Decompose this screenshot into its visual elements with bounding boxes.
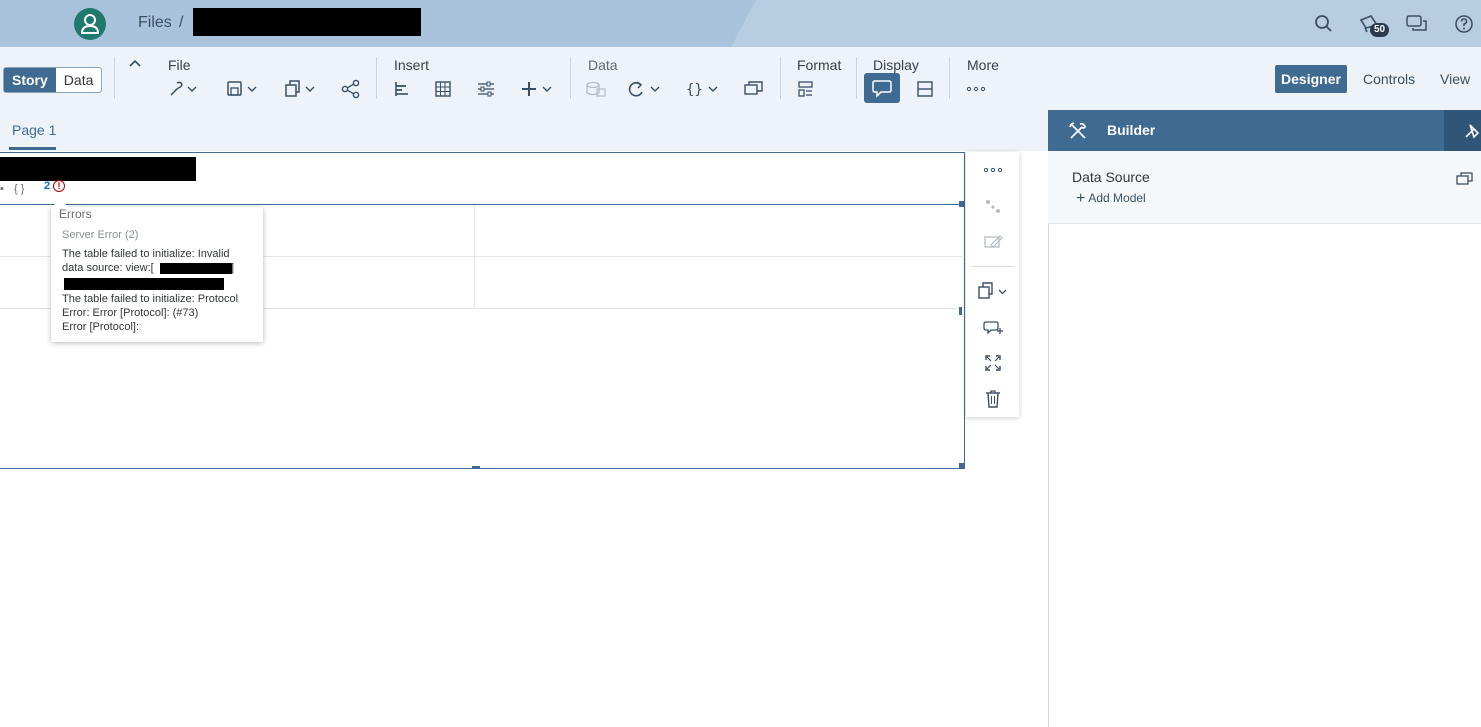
controls-mode-button[interactable]: Controls bbox=[1363, 71, 1415, 87]
story-mode-button[interactable]: Story bbox=[4, 68, 56, 92]
styling-brush-icon bbox=[1465, 124, 1480, 139]
redacted-story-name bbox=[193, 8, 421, 36]
edit-styling-icon bbox=[966, 230, 1019, 254]
feedback-icon[interactable] bbox=[1404, 11, 1430, 37]
styling-tab[interactable] bbox=[1444, 110, 1481, 151]
avatar-icon[interactable] bbox=[74, 8, 106, 40]
linked-widgets-icon bbox=[966, 194, 1019, 218]
story-toolbar bbox=[0, 47, 1481, 110]
popover-subtitle: Server Error (2) bbox=[62, 229, 139, 241]
resize-handle[interactable] bbox=[959, 463, 965, 469]
data-mode-button[interactable]: Data bbox=[56, 68, 102, 92]
comment-icon bbox=[872, 80, 892, 98]
builder-panel-title: Builder bbox=[1107, 122, 1156, 138]
more-actions-icon[interactable] bbox=[966, 158, 1019, 182]
calculation-icon[interactable]: {} bbox=[685, 77, 721, 101]
resize-handle[interactable] bbox=[959, 307, 962, 315]
add-comment-icon[interactable] bbox=[966, 315, 1019, 339]
insert-chart-icon[interactable] bbox=[393, 77, 411, 101]
story-data-toggle: Story Data bbox=[3, 67, 103, 93]
page-tab-bar bbox=[0, 110, 1048, 151]
table-column-divider bbox=[474, 205, 475, 308]
breadcrumb-files[interactable]: Files bbox=[138, 14, 172, 32]
designer-mode-button[interactable]: Designer bbox=[1275, 65, 1347, 93]
tools-icon[interactable] bbox=[168, 77, 202, 101]
delete-icon[interactable] bbox=[966, 387, 1019, 411]
share-icon[interactable] bbox=[341, 77, 361, 101]
widget-header-divider bbox=[0, 204, 962, 205]
save-icon[interactable] bbox=[226, 77, 260, 101]
help-icon[interactable] bbox=[1451, 11, 1477, 37]
plus-icon: + bbox=[1076, 190, 1086, 207]
resize-handle[interactable] bbox=[959, 201, 965, 207]
insert-input-control-icon[interactable] bbox=[477, 77, 495, 101]
redacted-view-name bbox=[160, 263, 232, 274]
popover-title: Errors bbox=[59, 207, 92, 221]
add-model-label: Add Model bbox=[1088, 191, 1146, 205]
insert-table-icon[interactable] bbox=[434, 77, 452, 101]
layout-toggle-icon[interactable] bbox=[916, 77, 934, 101]
format-icon[interactable] bbox=[797, 77, 815, 101]
error-message-line: ] bbox=[231, 262, 235, 274]
builder-tools-icon bbox=[1067, 120, 1089, 142]
error-message-line: The table failed to initialize: Protocol bbox=[62, 293, 239, 305]
active-tab-indicator bbox=[9, 147, 56, 150]
toolbar-divider bbox=[570, 57, 571, 99]
view-mode-button[interactable]: View bbox=[1440, 71, 1470, 87]
linked-analysis-icon[interactable] bbox=[744, 77, 764, 101]
toolbar-divider bbox=[114, 57, 115, 99]
error-message-line: Error: Error [Protocol]: (#73) bbox=[62, 307, 199, 319]
display-group-label: Display bbox=[873, 57, 919, 73]
format-group-label: Format bbox=[797, 57, 842, 73]
error-message-line: The table failed to initialize: Invalid bbox=[62, 248, 230, 260]
more-group-label: More bbox=[967, 57, 999, 73]
collapse-toolbar-icon[interactable] bbox=[127, 56, 143, 80]
error-count[interactable]: 2 bbox=[44, 180, 50, 192]
data-source-section bbox=[1048, 151, 1481, 224]
fullscreen-icon[interactable] bbox=[966, 351, 1019, 375]
comments-toggle-button[interactable] bbox=[864, 73, 900, 103]
resize-handle[interactable] bbox=[472, 466, 480, 469]
copy-widget-icon[interactable] bbox=[966, 279, 1019, 303]
widget-calculation-icon[interactable]: { } bbox=[14, 183, 24, 195]
toolbar-divider bbox=[376, 57, 377, 99]
error-message-line: data source: view:[ bbox=[62, 262, 154, 274]
toolbar-divider bbox=[856, 57, 857, 99]
redacted-view-path bbox=[64, 278, 224, 290]
linked-models-icon[interactable] bbox=[1455, 169, 1475, 189]
context-divider bbox=[971, 266, 1013, 267]
data-source-label: Data Source bbox=[1072, 169, 1150, 185]
add-model-button[interactable]: + Add Model bbox=[1076, 190, 1146, 208]
error-message-line: Error [Protocol]: bbox=[62, 321, 140, 333]
insert-group-label: Insert bbox=[394, 57, 430, 73]
svg-text:{}: {} bbox=[686, 82, 703, 98]
search-icon[interactable] bbox=[1311, 11, 1337, 37]
tab-page-1[interactable]: Page 1 bbox=[12, 122, 56, 138]
breadcrumb-separator: / bbox=[179, 14, 184, 31]
linked-data-icon bbox=[585, 77, 607, 101]
refresh-icon[interactable] bbox=[627, 77, 663, 101]
insert-add-icon[interactable] bbox=[519, 77, 555, 101]
copy-icon[interactable] bbox=[284, 77, 318, 101]
toolbar-divider bbox=[949, 57, 950, 99]
file-group-label: File bbox=[168, 57, 191, 73]
data-group-label: Data bbox=[588, 57, 618, 73]
notification-badge: 50 bbox=[1370, 23, 1389, 37]
popover-arrow bbox=[52, 199, 68, 207]
error-icon[interactable]: ! bbox=[53, 180, 65, 192]
toolbar-divider bbox=[780, 57, 781, 99]
overflow-icon[interactable] bbox=[966, 77, 986, 101]
widget-meta-icon: ▪ bbox=[0, 183, 4, 195]
redacted-widget-title bbox=[0, 157, 196, 181]
